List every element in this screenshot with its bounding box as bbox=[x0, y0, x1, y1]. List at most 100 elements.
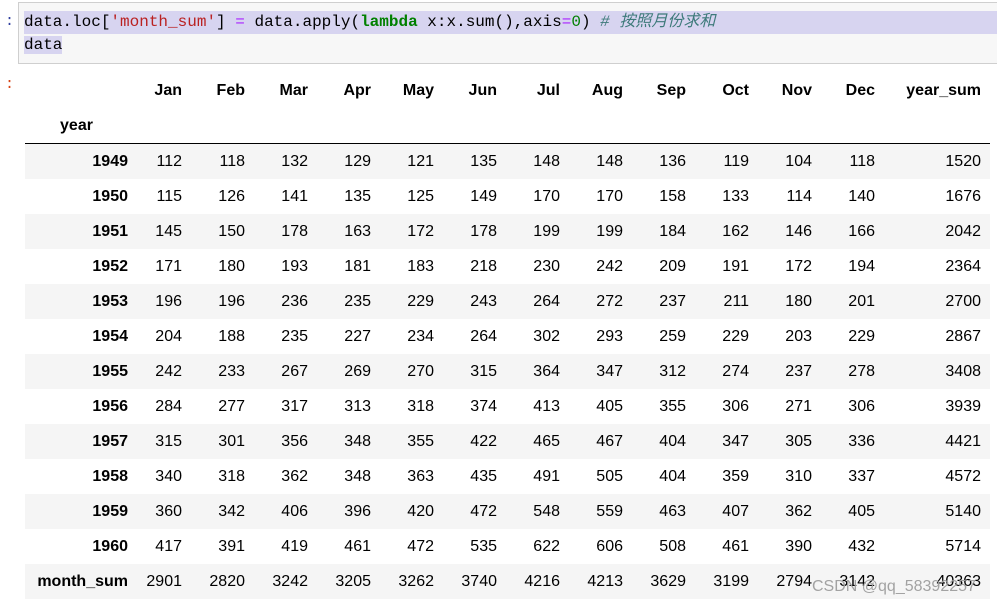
table-cell: 302 bbox=[533, 327, 560, 345]
watermark: CSDN @qq_58392257 bbox=[812, 578, 976, 595]
table-cell: 5140 bbox=[945, 502, 981, 520]
table-cell: 201 bbox=[848, 292, 875, 310]
code-token: x:x.sum(),axis bbox=[417, 13, 562, 31]
table-cell: 188 bbox=[218, 327, 245, 345]
table-cell: 4421 bbox=[945, 432, 981, 450]
table-cell: 306 bbox=[722, 397, 749, 415]
table-cell: 1520 bbox=[945, 152, 981, 170]
table-cell: 465 bbox=[533, 432, 560, 450]
table-cell: 104 bbox=[785, 152, 812, 170]
table-cell: 362 bbox=[281, 467, 308, 485]
table-cell: 264 bbox=[470, 327, 497, 345]
table-cell: 126 bbox=[218, 187, 245, 205]
table-cell: 4213 bbox=[587, 572, 623, 590]
table-cell: 301 bbox=[218, 432, 245, 450]
table-cell: 406 bbox=[281, 502, 308, 520]
index-row-spacer bbox=[443, 108, 506, 144]
table-cell: 136 bbox=[659, 152, 686, 170]
table-cell: 317 bbox=[281, 397, 308, 415]
column-header: Feb bbox=[216, 81, 245, 99]
index-name: year bbox=[25, 108, 128, 144]
code-token-operator: = bbox=[561, 13, 572, 31]
index-row-spacer bbox=[884, 108, 990, 144]
table-cell: 272 bbox=[596, 292, 623, 310]
table-cell: 118 bbox=[849, 152, 875, 170]
table-cell: 196 bbox=[155, 292, 182, 310]
table-cell: 235 bbox=[281, 327, 308, 345]
table-cell: 407 bbox=[722, 502, 749, 520]
table-cell: 242 bbox=[155, 362, 182, 380]
table-cell: 148 bbox=[533, 152, 560, 170]
row-label: month_sum bbox=[37, 572, 128, 590]
table-cell: 218 bbox=[470, 257, 497, 275]
table-cell: 432 bbox=[848, 537, 875, 555]
code-cell[interactable]: data.loc['month_sum'] = data.apply(lambd… bbox=[18, 2, 997, 64]
table-cell: 336 bbox=[848, 432, 875, 450]
table-cell: 2867 bbox=[945, 327, 981, 345]
table-cell: 242 bbox=[596, 257, 623, 275]
table-cell: 227 bbox=[344, 327, 371, 345]
table-cell: 211 bbox=[723, 292, 749, 310]
index-row-spacer bbox=[821, 108, 884, 144]
table-cell: 271 bbox=[785, 397, 812, 415]
code-token-operator: = bbox=[235, 13, 245, 31]
table-cell: 3205 bbox=[335, 572, 371, 590]
row-label: 1950 bbox=[92, 187, 128, 205]
table-cell: 4216 bbox=[524, 572, 560, 590]
table-cell: 3740 bbox=[461, 572, 497, 590]
row-label: 1960 bbox=[92, 537, 128, 555]
table-cell: 559 bbox=[596, 502, 623, 520]
table-row: 1959 360 342 406 396 420 472 548 559 463 407 362 405… bbox=[25, 494, 990, 529]
table-cell: 356 bbox=[281, 432, 308, 450]
table-cell: 310 bbox=[785, 467, 812, 485]
table-row: 1950 115 126 141 135 125 149 170 170 158 133 114 140… bbox=[25, 179, 990, 214]
table-cell: 180 bbox=[218, 257, 245, 275]
code-line-1[interactable]: data.loc['month_sum'] = data.apply(lambd… bbox=[24, 11, 997, 34]
table-cell: 158 bbox=[659, 187, 686, 205]
table-cell: 3939 bbox=[945, 397, 981, 415]
table-cell: 284 bbox=[155, 397, 182, 415]
table-cell: 203 bbox=[785, 327, 812, 345]
table-cell: 234 bbox=[407, 327, 434, 345]
table-cell: 178 bbox=[470, 222, 497, 240]
table-cell: 172 bbox=[407, 222, 434, 240]
table-row: 1951 145 150 178 163 172 178 199 199 184 162 146 166… bbox=[25, 214, 990, 249]
table-cell: 293 bbox=[596, 327, 623, 345]
header-row: Jan Feb Mar Apr May Jun Jul Aug Sep Oct Nov Dec year… bbox=[25, 73, 990, 108]
table-cell: 364 bbox=[533, 362, 560, 380]
row-label: 1951 bbox=[92, 222, 128, 240]
table-cell: 3629 bbox=[650, 572, 686, 590]
code-line-2[interactable]: data bbox=[24, 34, 997, 57]
table-row: 1954 204 188 235 227 234 264 302 293 259 229 203 229… bbox=[25, 319, 990, 354]
table-cell: 363 bbox=[407, 467, 434, 485]
column-header: Nov bbox=[781, 81, 812, 99]
table-cell: 461 bbox=[344, 537, 371, 555]
index-row-spacer bbox=[758, 108, 821, 144]
table-body: 1949 112 118 132 129 121 135 148 148 136 119 104 118… bbox=[25, 143, 990, 599]
table-cell: 148 bbox=[596, 152, 623, 170]
table-cell: 270 bbox=[407, 362, 434, 380]
table-row: 1958 340 318 362 348 363 435 491 505 404 359 310 337… bbox=[25, 459, 990, 494]
table-cell: 229 bbox=[722, 327, 749, 345]
table-cell: 2820 bbox=[209, 572, 245, 590]
table-cell: 140 bbox=[848, 187, 875, 205]
table-row: 1952 171 180 193 181 183 218 230 242 209 191 172 194… bbox=[25, 249, 990, 284]
table-cell: 347 bbox=[722, 432, 749, 450]
table-cell: 112 bbox=[156, 152, 182, 170]
table-cell: 264 bbox=[533, 292, 560, 310]
table-cell: 145 bbox=[155, 222, 182, 240]
table-cell: 3199 bbox=[713, 572, 749, 590]
table-cell: 337 bbox=[848, 467, 875, 485]
table-cell: 170 bbox=[533, 187, 560, 205]
table-cell: 193 bbox=[281, 257, 308, 275]
table-cell: 133 bbox=[722, 187, 749, 205]
table-cell: 162 bbox=[722, 222, 749, 240]
table-cell: 305 bbox=[785, 432, 812, 450]
code-token-string: 'month_sum' bbox=[110, 13, 217, 31]
table-cell: 229 bbox=[848, 327, 875, 345]
header-corner bbox=[25, 73, 128, 108]
table-cell: 362 bbox=[785, 502, 812, 520]
table-cell: 150 bbox=[218, 222, 245, 240]
table-cell: 2700 bbox=[945, 292, 981, 310]
table-cell: 118 bbox=[219, 152, 245, 170]
